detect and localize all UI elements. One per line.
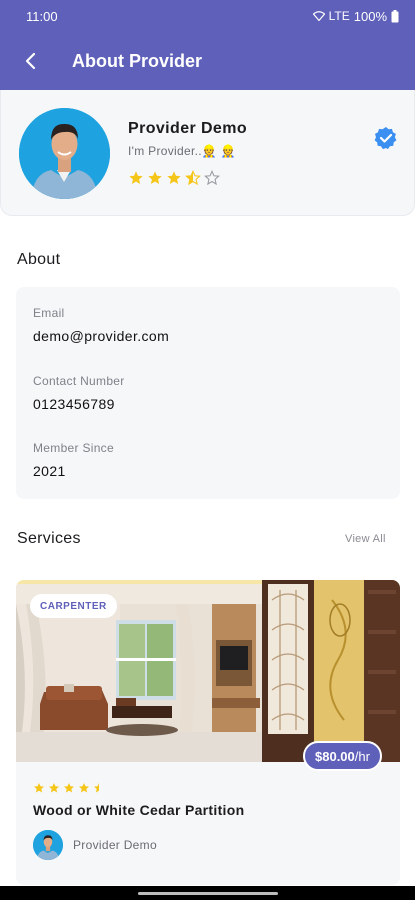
service-price-badge: $80.00 /hr (303, 741, 382, 771)
service-name: Wood or White Cedar Partition (33, 802, 245, 818)
status-bar: 11:00 LTE 100% (0, 0, 415, 32)
verified-badge-icon (374, 127, 397, 150)
back-button[interactable] (0, 32, 60, 90)
services-section-title: Services (17, 530, 81, 547)
system-navigation-bar (0, 886, 415, 900)
about-section-title: About (17, 251, 61, 268)
service-price: $80.00 (315, 748, 355, 764)
contact-number-label: Contact Number (33, 374, 125, 388)
contact-number-value: 0123456789 (33, 396, 115, 412)
star-full-icon (167, 171, 181, 184)
app-bar: About Provider (0, 32, 415, 90)
member-since-label: Member Since (33, 441, 114, 455)
service-provider-avatar (33, 830, 63, 860)
email-value: demo@provider.com (33, 328, 170, 344)
home-gesture-handle[interactable] (137, 891, 278, 895)
provider-rating (128, 170, 220, 186)
app-header: 11:00 LTE 100% About Provider (0, 0, 415, 90)
star-full-icon (129, 171, 143, 184)
member-since-value: 2021 (33, 463, 66, 479)
wifi-icon (312, 11, 325, 21)
service-rating (33, 782, 105, 794)
star-full-icon (79, 783, 89, 793)
service-card[interactable]: CARPENTER $80.00 /hr Wood or White Cedar… (16, 580, 400, 885)
provider-tagline: I'm Provider..👷 👷 (128, 144, 236, 158)
status-time: 11:00 (26, 8, 58, 24)
back-arrow-icon (25, 52, 36, 70)
network-type: LTE (328, 9, 350, 23)
star-empty-icon (204, 170, 220, 186)
star-full-icon (148, 171, 162, 184)
star-half-icon (94, 783, 99, 793)
status-indicators: LTE 100% (312, 8, 399, 24)
battery-level: 100% (353, 8, 387, 24)
service-price-unit: /hr (354, 748, 370, 764)
battery-icon (391, 9, 399, 22)
star-full-icon (64, 783, 74, 793)
view-all-link[interactable]: View All (345, 533, 386, 545)
star-half-icon (185, 170, 201, 186)
provider-avatar (19, 108, 110, 199)
service-provider-name: Provider Demo (73, 838, 157, 852)
provider-profile-card: Provider Demo I'm Provider..👷 👷 (0, 90, 415, 216)
email-label: Email (33, 306, 65, 320)
star-full-icon (49, 783, 59, 793)
service-category-badge: CARPENTER (30, 594, 117, 618)
star-full-icon (34, 783, 44, 793)
about-card: Email demo@provider.com Contact Number 0… (16, 287, 400, 499)
provider-name: Provider Demo (128, 120, 248, 137)
page-title: About Provider (72, 50, 203, 71)
